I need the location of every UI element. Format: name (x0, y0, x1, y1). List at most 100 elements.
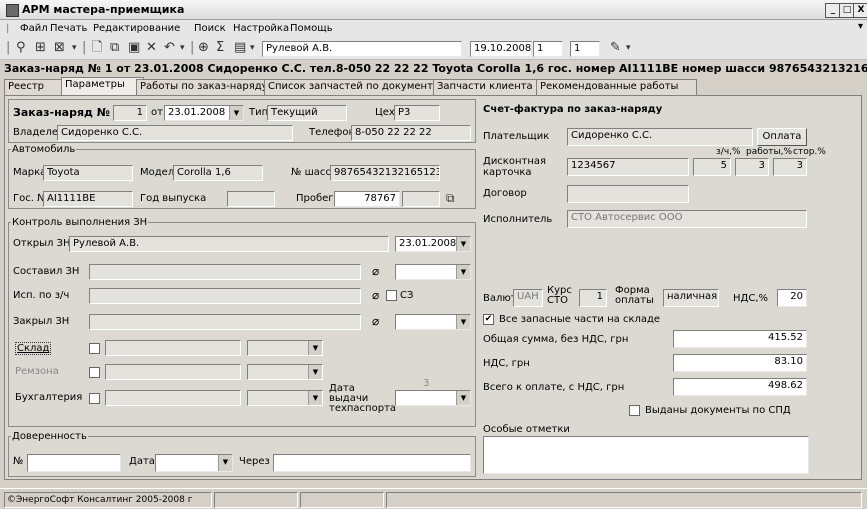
chevron-down-icon[interactable]: ▼ (308, 365, 322, 379)
chevron-down-icon[interactable]: ▼ (308, 341, 322, 355)
number-field-2[interactable]: 1 (570, 41, 600, 57)
chassis-field[interactable]: 98765432132165123 (330, 165, 440, 181)
card-field[interactable]: 1234567 (567, 158, 689, 176)
chevron-down-icon[interactable]: ▼ (218, 455, 232, 471)
hierarchy-icon[interactable]: ⊞ (35, 41, 46, 55)
sum-icon[interactable]: Σ (216, 41, 224, 55)
chevron-down-icon[interactable]: ▼ (456, 265, 470, 279)
grid-icon[interactable]: ⊠ (54, 41, 65, 55)
tab-recommended-works[interactable]: Рекомендованные работы (536, 79, 697, 95)
payform-field[interactable]: наличная (663, 289, 719, 307)
copy-document-icon[interactable]: ⧉ (110, 41, 119, 55)
mileage-extra-field[interactable] (402, 191, 440, 207)
menu-edit[interactable]: Редактирование (93, 23, 180, 34)
dropdown-icon[interactable]: ▾ (72, 41, 77, 55)
phone-field[interactable]: 8-050 22 22 22 (351, 125, 471, 141)
report-icon[interactable]: ▤ (234, 41, 246, 55)
model-field[interactable]: Corolla 1,6 (173, 165, 263, 181)
proxy-date-select[interactable]: ▼ (155, 454, 233, 472)
other-pct-field[interactable]: 3 (773, 158, 807, 176)
undo-dropdown-icon[interactable]: ▾ (180, 41, 185, 55)
save-icon[interactable]: ▣ (128, 41, 140, 55)
accounting-field[interactable] (105, 390, 241, 406)
sz-checkbox[interactable] (386, 290, 397, 301)
chevron-down-icon[interactable]: ▼ (229, 106, 243, 120)
order-date-field[interactable]: 23.01.2008 ▼ (164, 105, 244, 121)
warehouse-field[interactable] (105, 340, 241, 356)
payment-button[interactable]: Оплата (757, 128, 807, 146)
plate-field[interactable]: AI1111BE (43, 191, 133, 207)
year-field[interactable] (227, 191, 275, 207)
menu-file[interactable]: Файл (20, 23, 48, 34)
signature-icon[interactable]: ⌀ (372, 314, 379, 328)
opened-date-select[interactable]: 23.01.2008 ▼ (395, 236, 471, 252)
report-dropdown-icon[interactable]: ▾ (250, 41, 255, 55)
new-document-icon[interactable]: 🗋 (92, 41, 102, 55)
chevron-down-icon[interactable]: ▼ (308, 391, 322, 405)
total-field[interactable]: 498.62 (673, 378, 807, 396)
type-field[interactable]: Текущий (267, 105, 347, 121)
composed-field[interactable] (89, 264, 361, 280)
all-parts-checkbox[interactable]: ✔ (483, 314, 494, 325)
close-button[interactable]: X (853, 3, 867, 18)
rate-field[interactable]: 1 (579, 289, 607, 307)
tab-parts-list[interactable]: Список запчастей по документу (264, 79, 441, 95)
chevron-down-icon[interactable]: ▼ (456, 391, 470, 405)
shop-field[interactable]: Р3 (394, 105, 440, 121)
warehouse-label[interactable]: Склад (15, 342, 52, 355)
signature-icon[interactable]: ⌀ (372, 264, 379, 278)
filter-icon[interactable]: ⚲ (16, 41, 26, 55)
chevron-down-icon[interactable]: ▼ (456, 237, 470, 251)
menu-help[interactable]: Помощь (290, 23, 333, 34)
tab-parameters[interactable]: Параметры (61, 77, 144, 95)
opened-by-field[interactable]: Рулевой А.В. (69, 236, 389, 252)
contract-field[interactable] (567, 185, 689, 203)
order-no-field[interactable]: 1 (113, 105, 147, 121)
menu-print[interactable]: Печать (50, 23, 87, 34)
parts-pct-field[interactable]: 5 (693, 158, 731, 176)
payer-field[interactable]: Сидоренко С.С. (567, 128, 753, 146)
zone-field[interactable] (105, 364, 241, 380)
make-field[interactable]: Toyota (43, 165, 133, 181)
executor-field[interactable]: СТО Автосервис ООО (567, 210, 807, 228)
notes-textarea[interactable] (483, 436, 809, 474)
closed-field[interactable] (89, 314, 361, 330)
chevron-down-icon[interactable]: ▼ (456, 315, 470, 329)
order-header: Заказ-наряд № 1 от 23.01.2008 Сидоренко … (4, 62, 867, 75)
menu-search[interactable]: Поиск (194, 23, 226, 34)
delete-icon[interactable]: ✕ (146, 41, 157, 55)
warehouse-checkbox[interactable] (89, 343, 100, 354)
works-pct-field[interactable]: 3 (735, 158, 769, 176)
proxy-through-field[interactable] (273, 454, 471, 472)
proxy-no-field[interactable] (27, 454, 121, 472)
passport-date-select[interactable]: ▼ (395, 390, 471, 406)
zone-checkbox[interactable] (89, 367, 100, 378)
docs-issued-checkbox[interactable] (629, 405, 640, 416)
composed-select[interactable]: ▼ (395, 264, 471, 280)
mileage-field[interactable]: 78767 (334, 191, 400, 207)
executed-field[interactable] (89, 288, 361, 304)
notes-label: Особые отметки (483, 424, 570, 435)
tab-client-parts[interactable]: Запчасти клиента (433, 79, 544, 95)
number-field-1[interactable]: 1 (533, 41, 563, 57)
undo-icon[interactable]: ↶ (164, 41, 175, 55)
vat-field[interactable]: 83.10 (673, 354, 807, 372)
zone-select[interactable]: ▼ (247, 364, 323, 380)
user-select[interactable]: Рулевой А.В. (262, 41, 462, 57)
signature-icon[interactable]: ⌀ (372, 288, 379, 302)
copy-icon[interactable]: ⧉ (446, 191, 455, 206)
binoculars-icon[interactable]: ⊕ (198, 41, 209, 55)
total-novat-field[interactable]: 415.52 (673, 330, 807, 348)
date-field[interactable]: 19.10.2008 (470, 41, 532, 57)
accounting-checkbox[interactable] (89, 393, 100, 404)
warehouse-select[interactable]: ▼ (247, 340, 323, 356)
closed-select[interactable]: ▼ (395, 314, 471, 330)
currency-field[interactable]: UAH (513, 289, 543, 307)
tools-dropdown-icon[interactable]: ▾ (626, 41, 631, 55)
tab-order-works[interactable]: Работы по заказ-наряду (136, 79, 272, 95)
accounting-select[interactable]: ▼ (247, 390, 323, 406)
owner-field[interactable]: Сидоренко С.С. (57, 125, 293, 141)
tools-icon[interactable]: ✎ (610, 41, 621, 55)
vat-pct-field[interactable]: 20 (777, 289, 807, 307)
menu-settings[interactable]: Настройка (233, 23, 289, 34)
